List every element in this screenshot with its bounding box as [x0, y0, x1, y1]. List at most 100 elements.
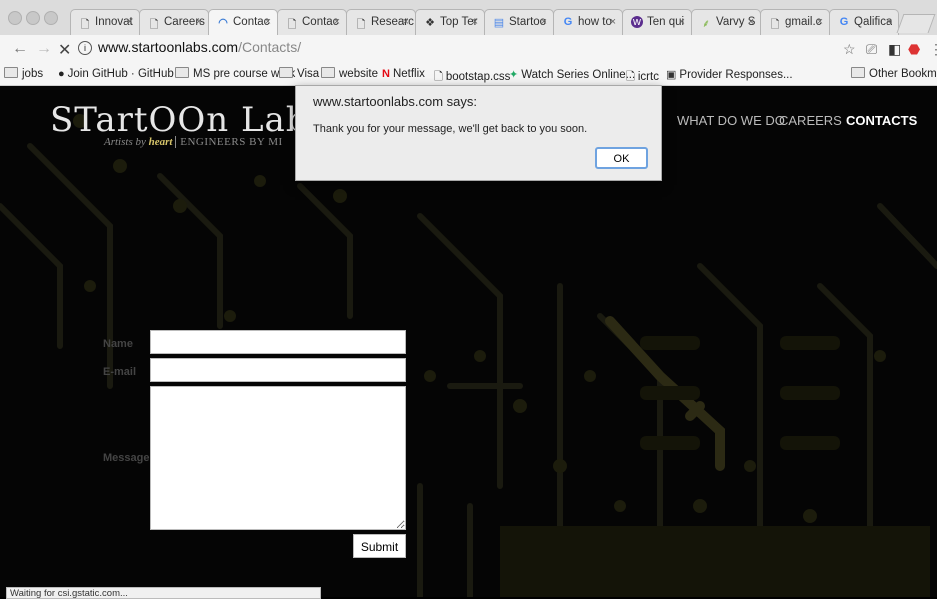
window-close-button[interactable] [8, 11, 22, 25]
new-tab-button[interactable] [896, 14, 936, 33]
close-icon[interactable]: × [748, 16, 754, 28]
bookmark-watch-series[interactable]: ✦ Watch Series Online... [509, 68, 635, 81]
email-input[interactable] [150, 358, 406, 382]
cast-icon[interactable]: ⎚ [866, 41, 877, 58]
site-tagline: Artists by heart ENGINEERS BY MI [104, 136, 283, 148]
google-icon: G [563, 16, 573, 28]
close-icon[interactable]: × [403, 16, 409, 28]
bookmark-label: Join GitHub · GitHub [67, 68, 174, 80]
nav-careers[interactable]: CAREERS [779, 113, 842, 128]
close-icon[interactable]: × [886, 16, 892, 28]
tab-1[interactable]: 🗋 Careers × [139, 9, 209, 35]
message-label: Message [103, 452, 150, 464]
bookmark-label: Other Bookmarks [869, 68, 937, 80]
forward-arrow-icon[interactable]: → [36, 40, 52, 58]
info-icon[interactable]: i [78, 41, 92, 56]
close-icon[interactable]: × [472, 16, 478, 28]
tab-3[interactable]: 🗋 Contac × [277, 9, 347, 35]
site-logo[interactable]: STartOOn Labs [50, 100, 327, 140]
dialog-title: www.startoonlabs.com says: [313, 94, 478, 109]
url-path: /Contacts/ [238, 39, 302, 55]
tab-9[interactable]: ⸙ Varvy S × [691, 9, 761, 35]
tab-0[interactable]: 🗋 Innovat × [70, 9, 140, 35]
toptal-icon: ❖ [425, 17, 435, 29]
close-icon[interactable]: × [610, 16, 616, 28]
tagline-engineers: ENGINEERS BY MI [175, 136, 283, 148]
close-icon[interactable]: × [541, 16, 547, 28]
back-arrow-icon[interactable]: ← [12, 40, 28, 58]
bookmarks-bar: jobs ● Join GitHub · GitHub MS pre course… [0, 65, 937, 86]
folder-icon [175, 67, 189, 79]
tab-5[interactable]: ❖ Top Ter × [415, 9, 485, 35]
adblock-icon[interactable]: ⬣ [908, 41, 920, 58]
nav-contacts[interactable]: CONTACTS [846, 113, 917, 128]
doc-icon: 🗋 [287, 19, 297, 31]
watchseries-icon: ✦ [509, 69, 519, 81]
close-icon[interactable]: × [265, 16, 271, 28]
close-icon[interactable]: × [127, 16, 133, 28]
folder-icon [321, 67, 335, 79]
close-icon[interactable]: × [679, 16, 685, 28]
bookmark-label: icrtc [637, 71, 659, 83]
folder-icon [279, 67, 293, 79]
toolbar: ← → ✕ i www.startoonlabs.com/Contacts/ ☆ … [0, 35, 937, 65]
submit-button[interactable]: Submit [353, 534, 406, 558]
stop-icon[interactable]: ✕ [58, 40, 71, 60]
tab-4[interactable]: 🗋 Researc × [346, 9, 416, 35]
uc-icon: ▣ [666, 69, 677, 81]
bookmark-label: jobs [22, 68, 44, 80]
menu-icon[interactable]: ⋮ [929, 41, 937, 58]
w-icon: w [631, 16, 643, 28]
ok-button[interactable]: OK [595, 147, 648, 169]
tab-label: how to [578, 16, 612, 28]
netflix-icon: N [382, 68, 390, 80]
bookmark-label: Visa [297, 68, 320, 80]
bookmark-provider-responses[interactable]: ▣ Provider Responses... [666, 68, 793, 81]
close-icon[interactable]: × [334, 16, 340, 28]
doc-icon: 🗋 [80, 19, 90, 31]
name-label: Name [103, 338, 133, 350]
folder-icon [4, 67, 18, 79]
bookmark-label: bootstap.css [445, 71, 511, 83]
bookmark-label: website [339, 68, 378, 80]
loading-icon: ◠ [218, 17, 228, 29]
folder-icon [851, 67, 865, 79]
dialog-message: Thank you for your message, we'll get ba… [313, 123, 588, 135]
tab-10[interactable]: 🗋 gmail.c × [760, 9, 830, 35]
nav-what-do-we-do[interactable]: WHAT DO WE DO [677, 113, 785, 128]
doc-icon: 🗋 [356, 19, 366, 31]
doc-icon: 🗋 [149, 19, 159, 31]
url-host: www.startoonlabs.com [98, 39, 239, 55]
tab-7[interactable]: Ghow to × [553, 9, 623, 35]
window-zoom-button[interactable] [44, 11, 58, 25]
tab-6[interactable]: ▤ Startoo × [484, 9, 554, 35]
bookmark-github[interactable]: ● Join GitHub · GitHub [58, 68, 174, 80]
bookmark-label: Watch Series Online... [521, 69, 636, 81]
bookmark-visa[interactable]: Visa [279, 67, 320, 80]
bookmark-label: Provider Responses... [679, 69, 793, 81]
bookmark-ms-pre-course[interactable]: MS pre course work [175, 67, 295, 80]
address-bar[interactable]: i www.startoonlabs.com/Contacts/ [78, 39, 302, 56]
message-textarea[interactable] [150, 386, 406, 530]
tab-2[interactable]: ◠ Contac × [208, 9, 278, 36]
google-icon: G [839, 16, 849, 28]
tagline-heart: heart [148, 136, 173, 148]
extension-icon[interactable]: ◧ [888, 41, 901, 58]
bookmark-netflix[interactable]: N Netflix [382, 68, 425, 80]
alert-dialog: www.startoonlabs.com says: Thank you for… [295, 85, 662, 181]
close-icon[interactable]: × [817, 16, 823, 28]
tab-11[interactable]: G Qalifica × [829, 9, 899, 35]
doc-icon: 🗋 [770, 19, 780, 31]
bookmark-label: Netflix [392, 68, 425, 80]
window-minimize-button[interactable] [26, 11, 40, 25]
github-icon: ● [58, 68, 65, 80]
leaf-icon: ⸙ [701, 18, 711, 30]
name-input[interactable] [150, 330, 406, 354]
bookmark-website[interactable]: website [321, 67, 378, 80]
bookmark-star-icon[interactable]: ☆ [843, 41, 856, 58]
close-icon[interactable]: × [196, 16, 202, 28]
bookmark-jobs[interactable]: jobs [4, 67, 44, 80]
email-label: E-mail [103, 366, 137, 378]
tab-8[interactable]: w Ten qui × [622, 9, 692, 35]
bookmark-other[interactable]: Other Bookmarks [851, 67, 937, 80]
